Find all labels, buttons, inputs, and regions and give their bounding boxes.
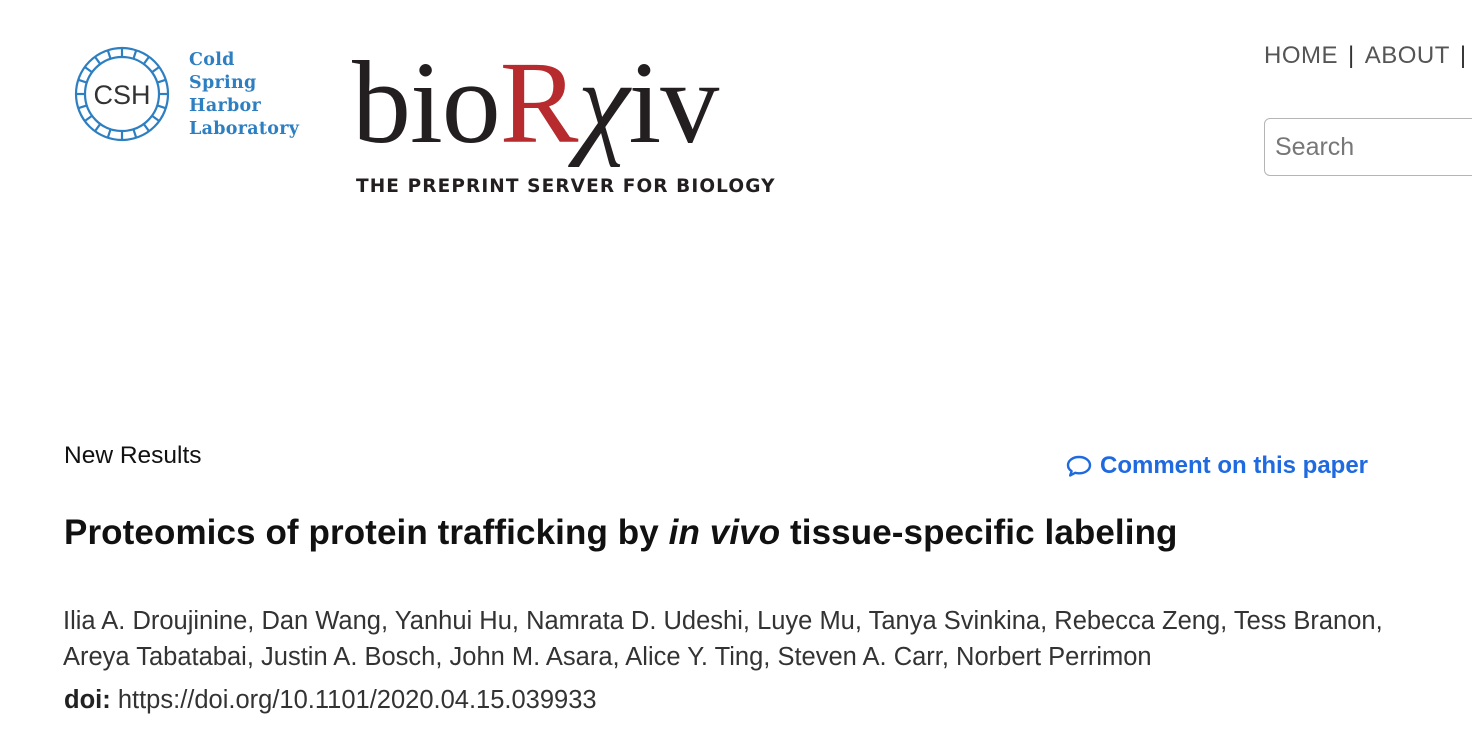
author-link[interactable]: John M. Asara [450, 643, 613, 671]
helix-rung [77, 104, 88, 110]
doi-line: doi: https://doi.org/10.1101/2020.04.15.… [64, 686, 597, 715]
wordmark-chi: χ [577, 37, 630, 168]
dna-helix-icon: CSH [74, 46, 170, 142]
wordmark-iv: iv [628, 37, 719, 168]
author-link[interactable]: Steven A. Carr [777, 643, 941, 671]
helix-rung [151, 66, 160, 74]
author-link[interactable]: Dan Wang [261, 607, 381, 635]
doi-link[interactable]: https://doi.org/10.1101/2020.04.15.03993… [118, 686, 597, 714]
helix-rung [142, 123, 150, 132]
author-link[interactable]: Ilia A. Droujinine [63, 607, 247, 635]
cshl-line-spring: Spring [189, 73, 257, 93]
speech-bubble-icon [1066, 455, 1092, 477]
author-list: Ilia A. Droujinine, Dan Wang, Yanhui Hu,… [63, 607, 1383, 671]
title-part-1: Proteomics of protein trafficking by [64, 513, 669, 552]
cshl-wordmark: Cold Spring Harbor Laboratory [189, 49, 299, 141]
helix-rung [84, 66, 93, 74]
helix-rung [77, 78, 88, 84]
helix-rung [106, 49, 112, 60]
biorxiv-tagline: THE PREPRINT SERVER FOR BIOLOGY [356, 176, 776, 197]
helix-rung [151, 114, 160, 122]
author-link[interactable]: Luye Mu [757, 607, 855, 635]
author-link[interactable]: Norbert Perrimon [956, 643, 1152, 671]
cshl-emblem-text: CSH [93, 80, 150, 110]
author-link[interactable]: Yanhui Hu [395, 607, 512, 635]
cshl-line-cold: Cold [189, 50, 235, 70]
helix-rung [132, 49, 138, 60]
top-nav: HOME | ABOUT | [1264, 42, 1472, 70]
helix-rung [94, 123, 102, 132]
comment-on-paper-link[interactable]: Comment on this paper [1066, 452, 1368, 480]
helix-rung [156, 104, 167, 110]
search-box [1264, 118, 1472, 176]
author-link[interactable]: Tess Branon [1234, 607, 1376, 635]
helix-rung [156, 78, 167, 84]
comment-link-label: Comment on this paper [1100, 452, 1369, 479]
nav-separator: | [1459, 42, 1467, 69]
title-italic-part: in vivo [668, 513, 781, 552]
nav-home-link[interactable]: HOME [1264, 42, 1338, 69]
helix-rung [132, 128, 138, 139]
biorxiv-logo[interactable]: bioRχiv THE PREPRINT SERVER FOR BIOLOGY [352, 38, 792, 208]
helix-rung [94, 56, 102, 65]
article-type-label: New Results [64, 442, 202, 469]
helix-rung [106, 128, 112, 139]
nav-about-link[interactable]: ABOUT [1365, 42, 1450, 69]
doi-label: doi: [64, 686, 111, 714]
wordmark-r: R [499, 37, 579, 168]
author-link[interactable]: Areya Tabatabai [63, 643, 247, 671]
cshl-line-laboratory: Laboratory [189, 119, 300, 139]
search-input[interactable] [1265, 119, 1472, 175]
biorxiv-wordmark: bioRχiv [352, 37, 719, 168]
cshl-logo[interactable]: CSH Cold Spring Harbor Laboratory [68, 40, 308, 150]
title-part-2: tissue-specific labeling [780, 513, 1178, 552]
author-link[interactable]: Tanya Svinkina [869, 607, 1041, 635]
author-link[interactable]: Alice Y. Ting [625, 643, 763, 671]
nav-separator: | [1348, 42, 1355, 69]
wordmark-bio: bio [352, 37, 501, 168]
article-title: Proteomics of protein trafficking by in … [64, 513, 1178, 553]
author-link[interactable]: Justin A. Bosch [261, 643, 435, 671]
helix-rung [142, 56, 150, 65]
author-link[interactable]: Namrata D. Udeshi [526, 607, 743, 635]
helix-rung [84, 114, 93, 122]
cshl-line-harbor: Harbor [189, 96, 262, 116]
author-link[interactable]: Rebecca Zeng [1054, 607, 1220, 635]
